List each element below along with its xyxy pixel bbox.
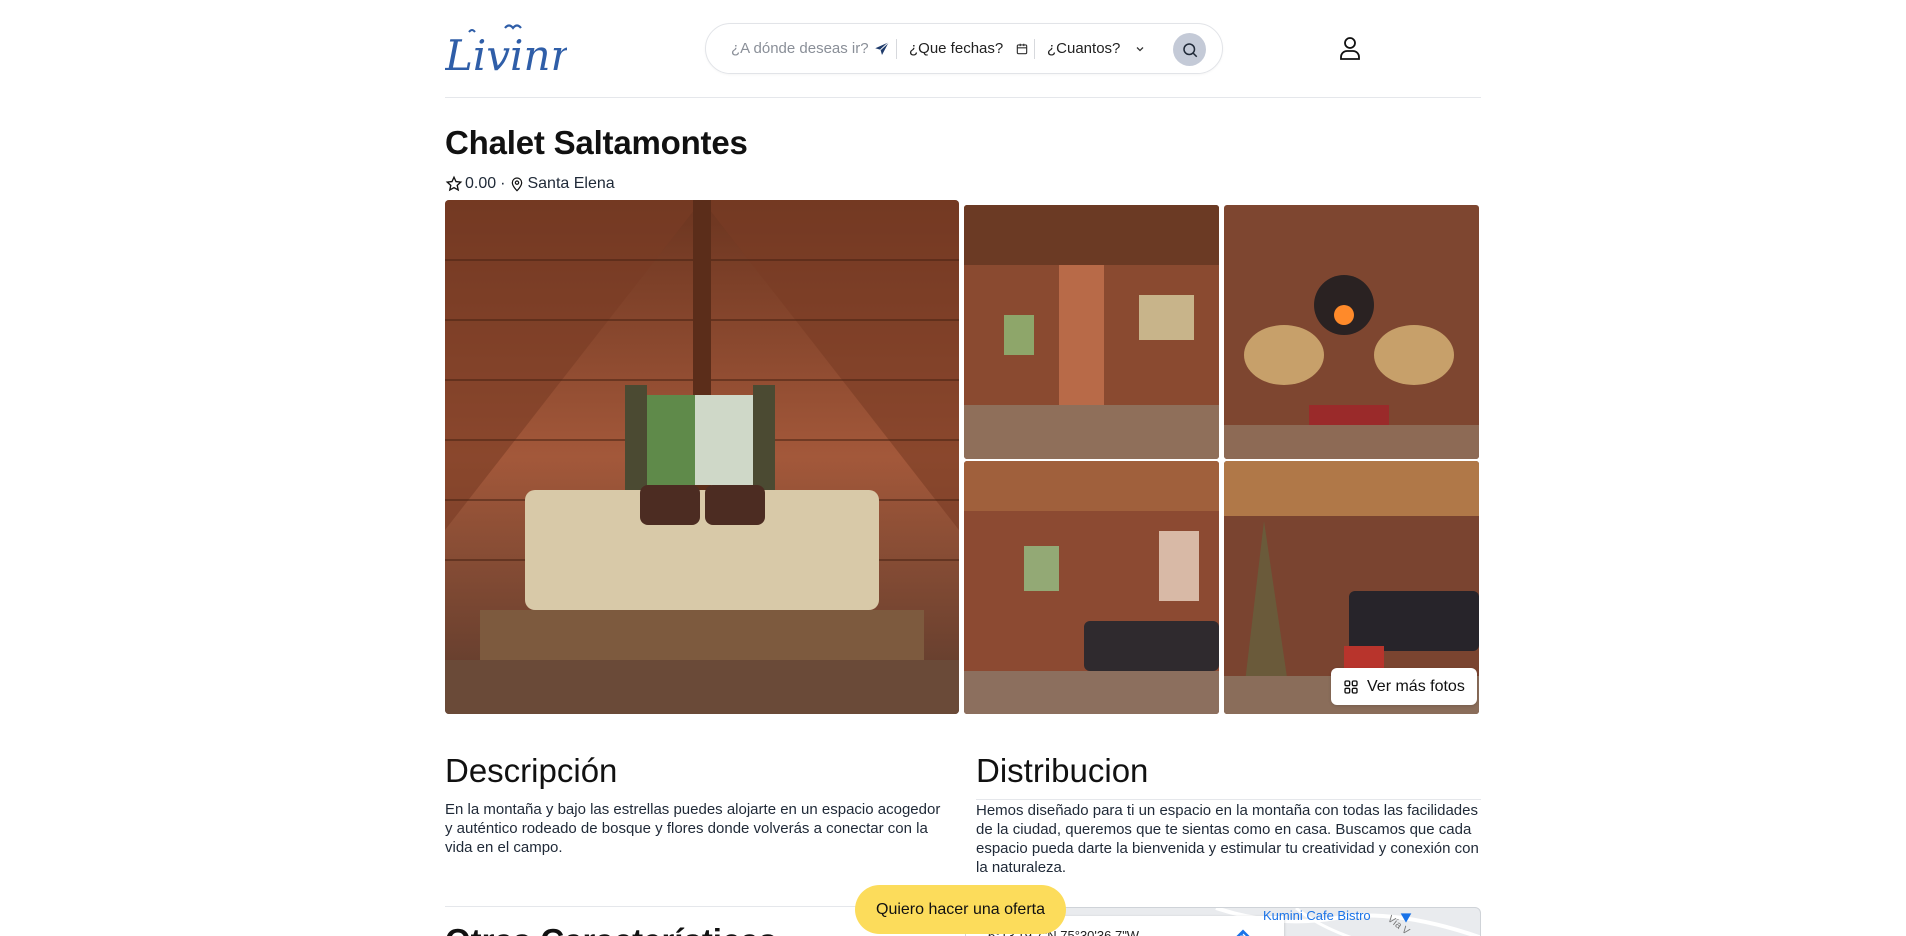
logo[interactable]: Livinng [444,20,604,80]
user-menu-button[interactable] [1338,35,1362,61]
map-place-label: Kumini Cafe Bistro [1263,908,1371,923]
gallery-photo[interactable] [1224,205,1479,459]
calendar-icon [1015,42,1029,56]
meta-separator: · [500,175,506,192]
svg-text:Livinng: Livinng [445,31,567,76]
description-heading: Descripción [445,752,618,789]
photo-gallery: Ver más fotos [445,200,1481,714]
guests-field[interactable]: ¿Cuantos? [1035,24,1150,73]
make-offer-button[interactable]: Quiero hacer una oferta [855,885,1066,934]
search-button[interactable] [1173,33,1206,66]
listing-meta: 0.00 · Santa Elena [445,175,615,193]
description-text: En la montaña y bajo las estrellas puede… [445,801,941,856]
gallery-photo[interactable] [964,461,1219,714]
gallery-photo[interactable] [964,205,1219,459]
destination-field[interactable]: ¿A dónde deseas ir? [706,24,896,73]
listing-title: Chalet Saltamontes [445,124,748,161]
distribution-heading: Distribucion [976,752,1149,789]
rating-value: 0.00 [465,175,497,192]
search-bar: ¿A dónde deseas ir? ¿Que fechas? ¿Cuanto… [705,23,1223,74]
grid-icon [1343,679,1359,695]
view-more-photos-button[interactable]: Ver más fotos [1331,668,1477,705]
chevron-down-icon [1134,43,1146,55]
dates-label: ¿Que fechas? [909,40,1004,57]
site-header: Livinng ¿A dónde deseas ir? ¿Que fechas? [444,0,1481,98]
directions-icon[interactable] [1234,928,1252,936]
distribution-text: Hemos diseñado para ti un espacio en la … [976,802,1479,876]
search-icon [1181,41,1199,59]
guests-label: ¿Cuantos? [1047,40,1121,57]
view-more-photos-label: Ver más fotos [1367,677,1465,695]
airplane-icon [873,40,891,58]
dates-field[interactable]: ¿Que fechas? [897,24,1034,73]
user-icon [1338,35,1362,61]
location-pin-icon [509,175,525,193]
star-icon [445,175,463,193]
main-photo[interactable] [445,200,959,714]
features-heading: Otras Características [445,922,777,936]
divider [976,799,1481,800]
destination-placeholder: ¿A dónde deseas ir? [731,40,869,57]
location-name: Santa Elena [527,175,615,192]
